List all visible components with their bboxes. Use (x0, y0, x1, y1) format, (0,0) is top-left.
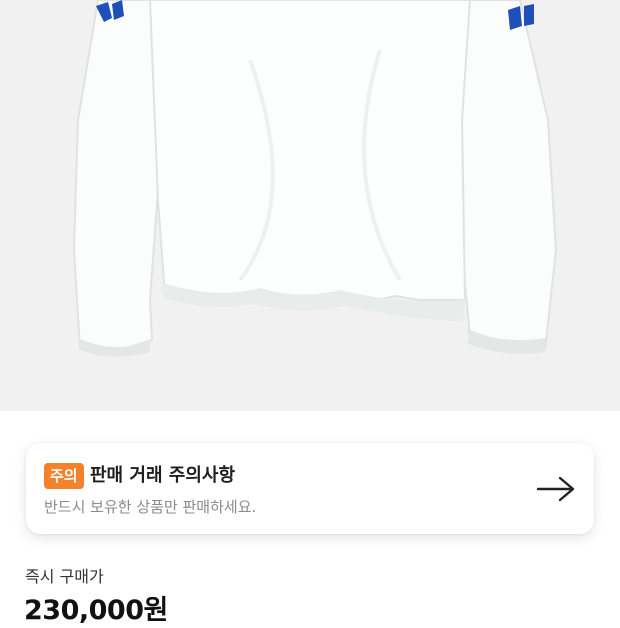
product-photo (72, 0, 558, 357)
price-value: 230,000원 (24, 595, 168, 626)
product-image-area[interactable] (0, 0, 620, 411)
sale-notice-card[interactable]: 주의 판매 거래 주의사항 반드시 보유한 상품만 판매하세요. (26, 443, 594, 534)
notice-description: 반드시 보유한 상품만 판매하세요. (44, 498, 257, 516)
price-label: 즉시 구매가 (25, 567, 104, 586)
notice-title: 판매 거래 주의사항 (90, 465, 236, 486)
arrow-right-icon[interactable] (534, 469, 578, 509)
warning-badge: 주의 (44, 463, 84, 489)
